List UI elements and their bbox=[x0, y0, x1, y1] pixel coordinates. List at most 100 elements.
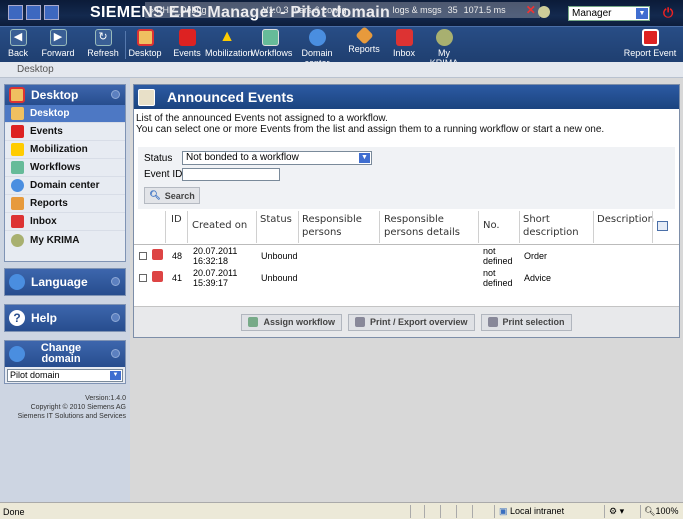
chevron-down-icon[interactable]: ▼ bbox=[636, 7, 648, 19]
page-description: List of the announced Events not assigne… bbox=[134, 109, 679, 135]
refresh-icon: ↻ bbox=[94, 29, 112, 46]
help-panel-title: Help bbox=[31, 311, 58, 325]
printer-icon bbox=[354, 317, 365, 327]
events-icon bbox=[11, 125, 24, 138]
print-export-button[interactable]: Print / Export overview bbox=[347, 313, 475, 331]
col-created-on[interactable]: Created on bbox=[192, 219, 247, 232]
debug-logs-msgs[interactable]: logs & msgs bbox=[393, 5, 442, 15]
assign-workflow-label: Assign workflow bbox=[263, 317, 335, 327]
sidebar-item-workflows[interactable]: Workflows bbox=[5, 159, 125, 177]
desktop-panel-header[interactable]: Desktop bbox=[5, 85, 125, 105]
col-status[interactable]: Status bbox=[260, 213, 292, 226]
report-event-icon bbox=[641, 29, 659, 46]
events-button[interactable]: Events bbox=[172, 29, 202, 58]
search-button[interactable]: 🔍︎ Search bbox=[144, 187, 200, 204]
debug-close-icon[interactable]: ✕ bbox=[526, 3, 536, 17]
user-icon bbox=[11, 233, 24, 247]
desktop-icon bbox=[136, 29, 154, 46]
col-id[interactable]: ID bbox=[171, 213, 182, 226]
row-id: 48 bbox=[172, 251, 183, 261]
role-select[interactable]: Manager ▼ bbox=[568, 5, 650, 21]
expand-icon[interactable] bbox=[111, 277, 120, 286]
globe-icon bbox=[9, 346, 25, 362]
events-table-header: ID Created on Status Responsible persons… bbox=[134, 209, 679, 245]
zoom-control[interactable]: 🔍︎100% bbox=[640, 505, 683, 518]
print-selection-button[interactable]: Print selection bbox=[480, 313, 572, 331]
row-date: 20.07.2011 bbox=[193, 268, 238, 278]
chevron-down-icon[interactable]: ▼ bbox=[359, 153, 370, 163]
globe-icon bbox=[9, 274, 25, 290]
refresh-button[interactable]: ↻ Refresh bbox=[86, 29, 120, 58]
desktop-label: Desktop bbox=[128, 48, 162, 58]
mobilization-button[interactable]: ▲ Mobilization bbox=[205, 29, 253, 59]
expand-icon[interactable] bbox=[111, 349, 120, 358]
copyright-text: Copyright © 2010 Siemens AG bbox=[30, 404, 126, 411]
col-description[interactable]: Description bbox=[597, 213, 654, 226]
arrow-left-icon: ◀ bbox=[9, 29, 27, 46]
help-panel-header[interactable]: ? Help bbox=[5, 305, 125, 331]
col-responsible-persons[interactable]: Responsible persons bbox=[302, 213, 372, 239]
browser-status-bar: Done ▣ Local intranet ⚙ ▾ 🔍︎100% bbox=[0, 502, 683, 519]
row-id: 41 bbox=[172, 273, 183, 283]
assign-workflow-button[interactable]: Assign workflow bbox=[241, 313, 342, 331]
breadcrumb-desktop[interactable]: Desktop bbox=[17, 64, 54, 75]
domain-select[interactable]: Pilot domain ▼ bbox=[7, 369, 123, 382]
sidebar-item-events[interactable]: Events bbox=[5, 123, 125, 141]
security-zone[interactable]: ▣ Local intranet bbox=[494, 505, 604, 518]
debug-vars-config[interactable]: vars & config bbox=[295, 5, 347, 15]
language-panel-header[interactable]: Language bbox=[5, 269, 125, 295]
collapse-icon[interactable] bbox=[111, 90, 120, 99]
debug-version: V1.0.3 bbox=[262, 5, 289, 15]
row-checkbox[interactable] bbox=[139, 274, 147, 282]
report-event-label: Report Event bbox=[623, 48, 677, 58]
sidebar-item-domain-center[interactable]: Domain center bbox=[5, 177, 125, 195]
table-actions: Assign workflow Print / Export overview … bbox=[134, 306, 679, 337]
zoom-icon: 🔍︎ bbox=[644, 506, 656, 516]
php-debug-bar[interactable]: » PHP_Debug V1.0.3 vars & config logs & … bbox=[145, 2, 540, 18]
row-no-line1: not bbox=[483, 246, 496, 256]
expand-icon[interactable] bbox=[111, 313, 120, 322]
workflows-label: Workflows bbox=[251, 48, 293, 58]
sidebar-item-mobilization[interactable]: Mobilization bbox=[5, 141, 125, 159]
col-responsible-details[interactable]: Responsible persons details bbox=[384, 213, 479, 239]
chevron-down-icon[interactable]: ▼ bbox=[110, 371, 121, 380]
col-no[interactable]: No. bbox=[483, 219, 500, 232]
event-id-input[interactable] bbox=[182, 168, 280, 181]
logout-icon[interactable]: ⏻ bbox=[663, 5, 673, 21]
main-content: Announced Events List of the announced E… bbox=[130, 78, 683, 502]
inbox-button[interactable]: Inbox bbox=[392, 29, 416, 58]
sidebar-item-reports[interactable]: Reports bbox=[5, 195, 125, 213]
refresh-label: Refresh bbox=[87, 48, 119, 58]
table-row[interactable]: 41 20.07.2011 15:39:17 Unbound not defin… bbox=[134, 268, 679, 290]
version-info: Version:1.4.0 Copyright © 2010 Siemens A… bbox=[4, 394, 126, 421]
change-domain-panel-header[interactable]: Change domain bbox=[5, 341, 125, 367]
page-title: Announced Events bbox=[167, 89, 294, 105]
sidebar-item-my-krima[interactable]: My KRIMA bbox=[5, 231, 125, 249]
protected-mode-icon[interactable]: ⚙ ▾ bbox=[604, 505, 640, 518]
desktop-button[interactable]: Desktop bbox=[128, 29, 162, 58]
status-filter-select[interactable]: Not bonded to a workflow ▼ bbox=[182, 151, 372, 165]
back-button[interactable]: ◀ Back bbox=[6, 29, 30, 58]
panel-header: Announced Events bbox=[134, 85, 679, 109]
debug-query-count[interactable]: 35 bbox=[448, 5, 458, 15]
inbox-icon bbox=[395, 29, 413, 46]
report-event-button[interactable]: Report Event bbox=[622, 29, 678, 58]
debug-timing[interactable]: 1071.5 ms bbox=[464, 5, 506, 15]
description-line-2: You can select one or more Events from t… bbox=[136, 124, 605, 135]
forward-button[interactable]: ▶ Forward bbox=[38, 29, 78, 58]
row-checkbox[interactable] bbox=[139, 252, 147, 260]
user-icon[interactable] bbox=[538, 6, 550, 18]
column-chooser-icon[interactable] bbox=[657, 221, 668, 231]
filter-area: Status Not bonded to a workflow ▼ Event … bbox=[138, 147, 675, 209]
table-row[interactable]: 48 20.07.2011 16:32:18 Unbound not defin… bbox=[134, 246, 679, 268]
app-title-bar: SIEMENS EHS Manager - Pilot domain » PHP… bbox=[0, 0, 683, 26]
debug-label[interactable]: » PHP_Debug bbox=[149, 5, 207, 15]
events-label: Events bbox=[173, 48, 201, 58]
col-short-description[interactable]: Short description bbox=[523, 213, 583, 239]
sidebar-item-desktop[interactable]: Desktop bbox=[5, 105, 125, 123]
sidebar-item-inbox[interactable]: Inbox bbox=[5, 213, 125, 231]
help-icon: ? bbox=[9, 310, 25, 326]
reports-button[interactable]: Reports bbox=[348, 26, 380, 54]
print-selection-label: Print selection bbox=[502, 317, 565, 327]
workflows-button[interactable]: Workflows bbox=[251, 29, 293, 58]
